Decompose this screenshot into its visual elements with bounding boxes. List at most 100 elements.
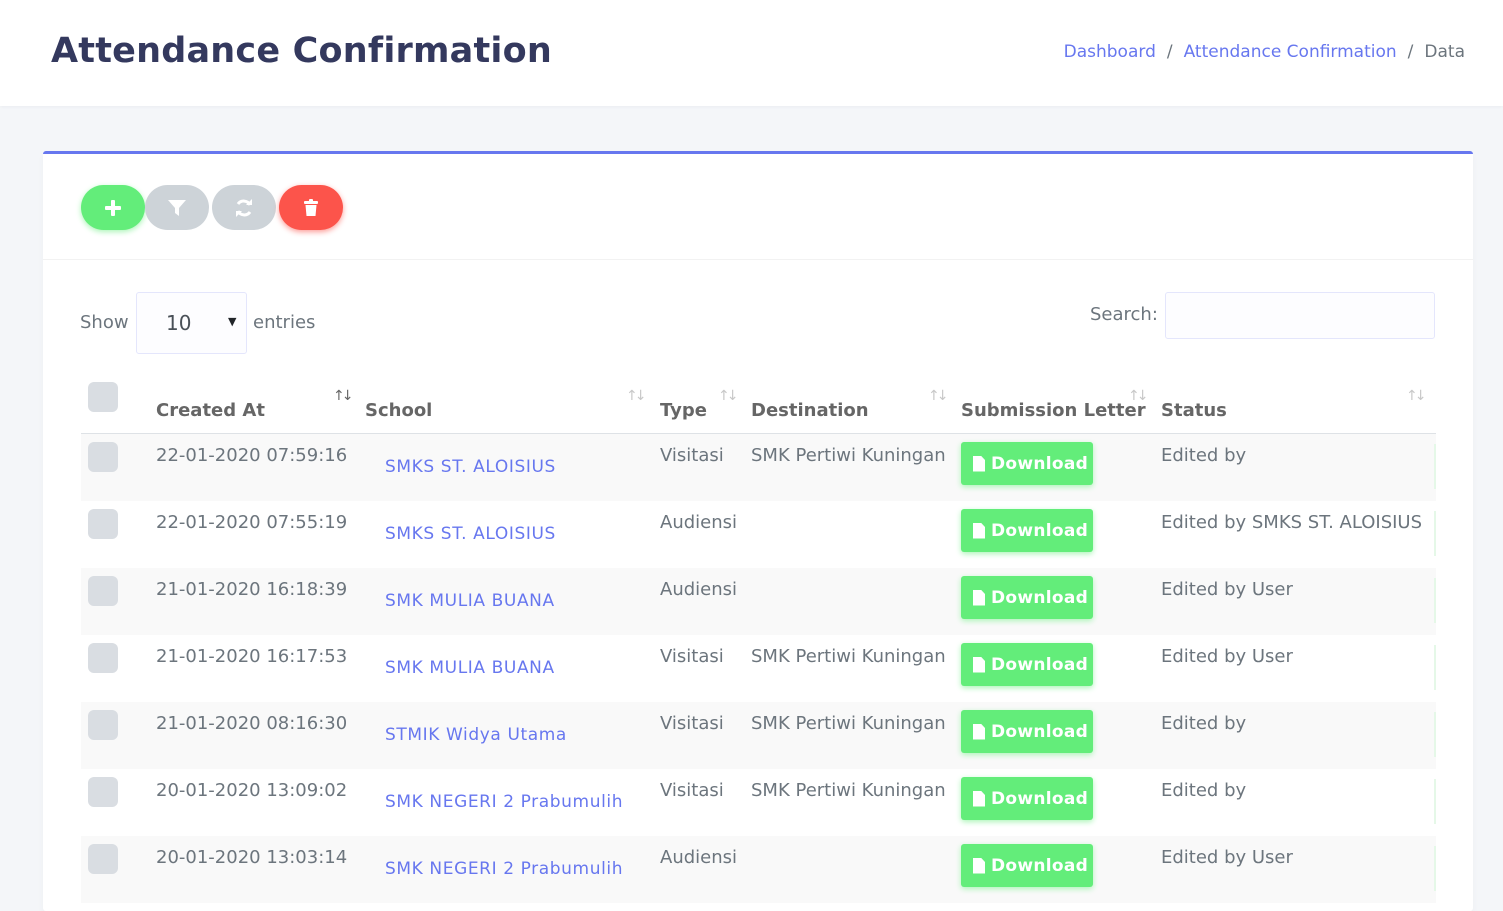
row-checkbox[interactable] (88, 509, 118, 539)
action-edge (1434, 511, 1436, 556)
school-link[interactable]: SMK MULIA BUANA (385, 658, 555, 678)
type-cell: Audiensi (660, 847, 738, 868)
type-cell: Visitasi (660, 780, 724, 801)
status-cell: Edited by (1161, 780, 1247, 801)
download-label: Download (991, 453, 1089, 474)
destination-cell: SMK Pertiwi Kuningan (751, 780, 946, 801)
page-header: Attendance Confirmation Dashboard / Atte… (0, 0, 1503, 106)
table-row: 21-01-2020 08:16:30 STMIK Widya Utama Vi… (81, 702, 1436, 769)
row-checkbox[interactable] (88, 844, 118, 874)
column-destination[interactable]: Destination (751, 400, 869, 421)
action-edge (1434, 578, 1436, 623)
plus-icon (105, 199, 121, 216)
created-at-cell: 21-01-2020 16:18:39 (156, 579, 348, 600)
card-toolbar (43, 154, 1473, 260)
destination-cell: SMK Pertiwi Kuningan (751, 713, 946, 734)
column-created-at[interactable]: Created At (156, 400, 265, 421)
delete-button[interactable] (279, 185, 343, 230)
download-button[interactable]: Download (961, 844, 1093, 887)
file-icon (973, 723, 985, 740)
download-label: Download (991, 654, 1089, 675)
school-link[interactable]: SMKS ST. ALOISIUS (385, 524, 556, 544)
file-icon (973, 589, 985, 606)
table-row: 22-01-2020 07:55:19 SMKS ST. ALOISIUS Au… (81, 501, 1436, 568)
filter-button[interactable] (145, 185, 209, 230)
created-at-cell: 20-01-2020 13:09:02 (156, 780, 348, 801)
created-at-cell: 21-01-2020 16:17:53 (156, 646, 348, 667)
school-link[interactable]: SMK MULIA BUANA (385, 591, 555, 611)
table-row: 21-01-2020 16:18:39 SMK MULIA BUANA Audi… (81, 568, 1436, 635)
data-card: Show 10 ▼ entries Search: Created At ↑↓ … (43, 151, 1473, 911)
school-link[interactable]: SMK NEGERI 2 Prabumulih (385, 792, 623, 812)
table-row: 20-01-2020 13:03:14 SMK NEGERI 2 Prabumu… (81, 836, 1436, 903)
search-input[interactable] (1165, 292, 1435, 339)
add-button[interactable] (81, 185, 145, 230)
row-checkbox[interactable] (88, 442, 118, 472)
refresh-icon (236, 198, 252, 217)
download-button[interactable]: Download (961, 643, 1093, 686)
breadcrumb: Dashboard / Attendance Confirmation / Da… (1064, 42, 1465, 62)
download-button[interactable]: Download (961, 777, 1093, 820)
entries-label: entries (253, 312, 316, 333)
sort-icon: ↑↓ (1406, 388, 1427, 404)
caret-down-icon: ▼ (228, 315, 237, 328)
download-button[interactable]: Download (961, 442, 1093, 485)
download-button[interactable]: Download (961, 509, 1093, 552)
column-type[interactable]: Type (660, 400, 707, 421)
created-at-cell: 22-01-2020 07:59:16 (156, 445, 348, 466)
type-cell: Audiensi (660, 579, 738, 600)
destination-cell: SMK Pertiwi Kuningan (751, 445, 946, 466)
type-cell: Visitasi (660, 646, 724, 667)
breadcrumb-current: Data (1424, 42, 1465, 62)
trash-icon (304, 198, 318, 216)
page-title: Attendance Confirmation (51, 31, 552, 71)
entries-select[interactable]: 10 ▼ (136, 292, 247, 354)
action-edge (1434, 846, 1436, 891)
breadcrumb-attendance-confirmation[interactable]: Attendance Confirmation (1184, 42, 1397, 62)
download-label: Download (991, 520, 1089, 541)
column-school[interactable]: School (365, 400, 432, 421)
school-link[interactable]: STMIK Widya Utama (385, 725, 567, 745)
breadcrumb-dashboard[interactable]: Dashboard (1064, 42, 1156, 62)
sort-desc-icon: ↑↓ (333, 388, 354, 404)
status-cell: Edited by SMKS ST. ALOISIUS (1161, 512, 1423, 533)
row-checkbox[interactable] (88, 576, 118, 606)
file-icon (973, 790, 985, 807)
row-checkbox[interactable] (88, 643, 118, 673)
sort-icon: ↑↓ (718, 388, 739, 404)
status-cell: Edited by User (1161, 847, 1293, 868)
column-submission-letter[interactable]: Submission Letter (961, 400, 1146, 421)
school-link[interactable]: SMKS ST. ALOISIUS (385, 457, 556, 477)
table-row: 21-01-2020 16:17:53 SMK MULIA BUANA Visi… (81, 635, 1436, 702)
filter-icon (168, 199, 186, 216)
type-cell: Audiensi (660, 512, 738, 533)
download-button[interactable]: Download (961, 710, 1093, 753)
refresh-button[interactable] (212, 185, 276, 230)
row-checkbox[interactable] (88, 777, 118, 807)
download-label: Download (991, 855, 1089, 876)
row-checkbox[interactable] (88, 710, 118, 740)
school-link[interactable]: SMK NEGERI 2 Prabumulih (385, 859, 623, 879)
status-cell: Edited by User (1161, 579, 1293, 600)
destination-cell: SMK Pertiwi Kuningan (751, 646, 946, 667)
type-cell: Visitasi (660, 445, 724, 466)
attendance-table: Created At ↑↓ School ↑↓ Type ↑↓ Destinat… (81, 372, 1436, 903)
type-cell: Visitasi (660, 713, 724, 734)
file-icon (973, 522, 985, 539)
download-label: Download (991, 788, 1089, 809)
column-status[interactable]: Status (1161, 400, 1227, 421)
status-cell: Edited by User (1161, 646, 1293, 667)
table-header: Created At ↑↓ School ↑↓ Type ↑↓ Destinat… (81, 372, 1436, 434)
file-icon (973, 857, 985, 874)
created-at-cell: 21-01-2020 08:16:30 (156, 713, 348, 734)
action-edge (1434, 444, 1436, 489)
sort-icon: ↑↓ (1128, 388, 1149, 404)
file-icon (973, 455, 985, 472)
action-edge (1434, 779, 1436, 824)
entries-value: 10 (166, 311, 192, 335)
select-all-checkbox[interactable] (88, 382, 118, 412)
download-button[interactable]: Download (961, 576, 1093, 619)
table-row: 20-01-2020 13:09:02 SMK NEGERI 2 Prabumu… (81, 769, 1436, 836)
download-label: Download (991, 721, 1089, 742)
action-edge (1434, 712, 1436, 757)
